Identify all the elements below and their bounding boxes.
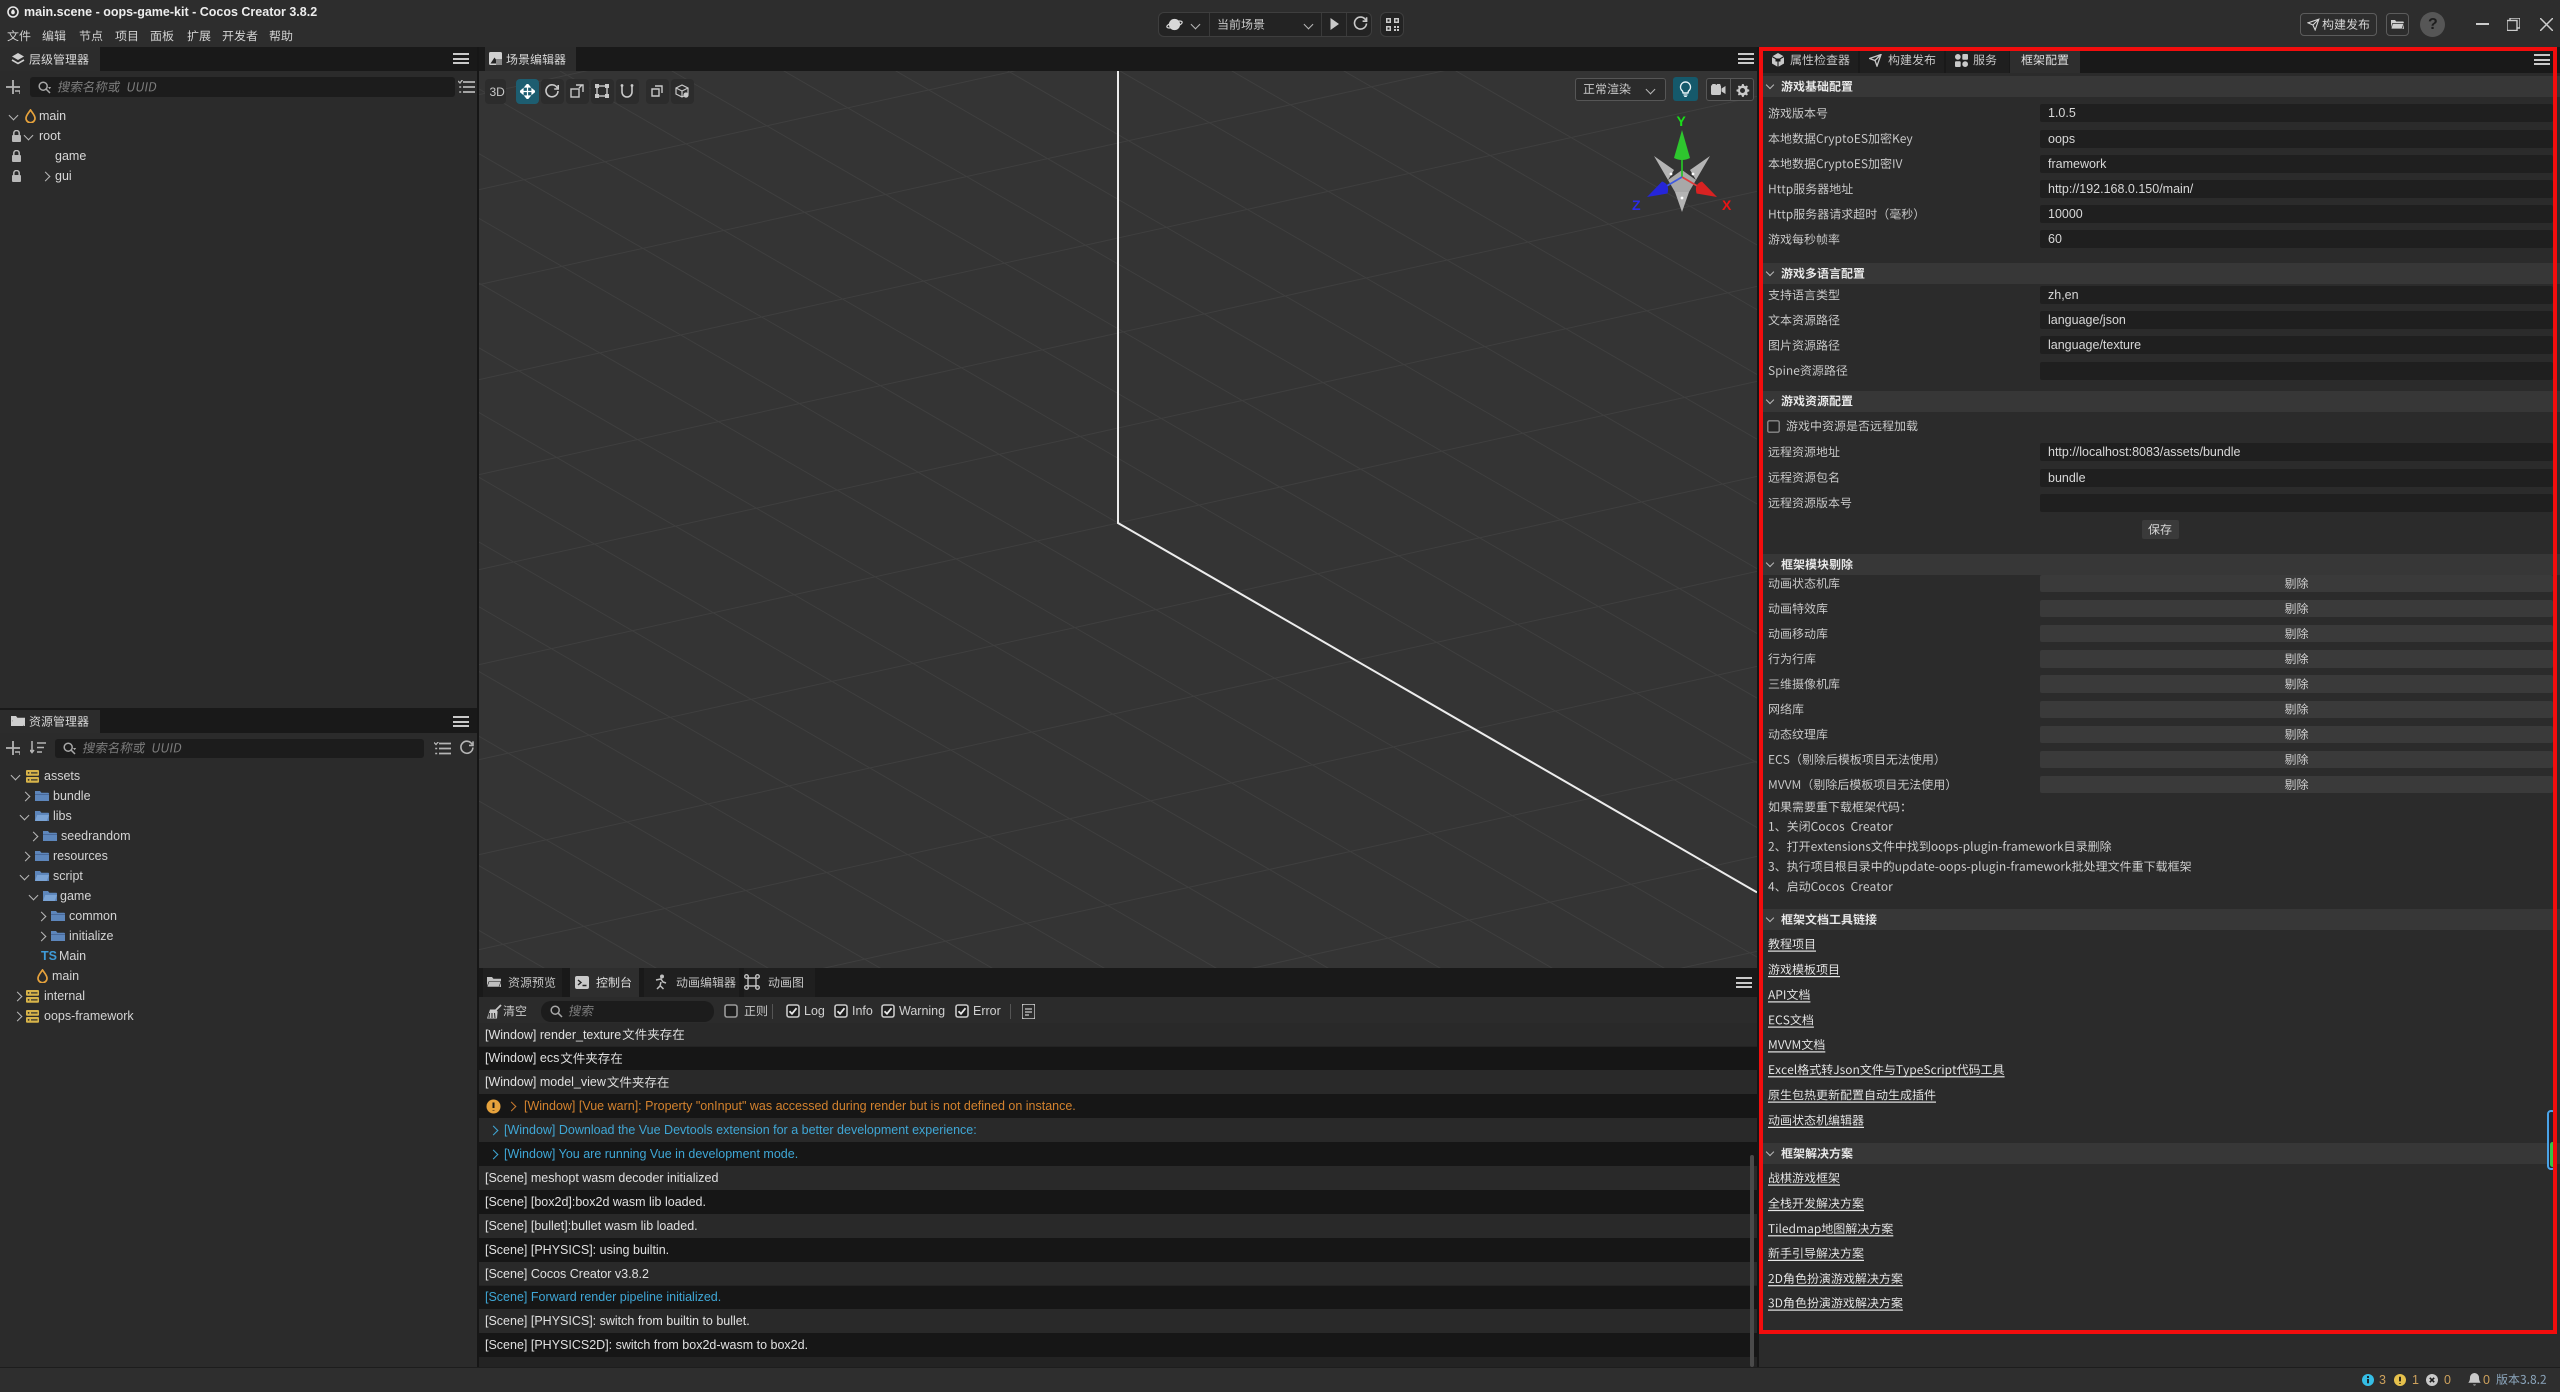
- svg-text:Z: Z: [1632, 197, 1641, 213]
- svg-text:X: X: [1722, 197, 1732, 213]
- svg-text:Y: Y: [1677, 113, 1687, 129]
